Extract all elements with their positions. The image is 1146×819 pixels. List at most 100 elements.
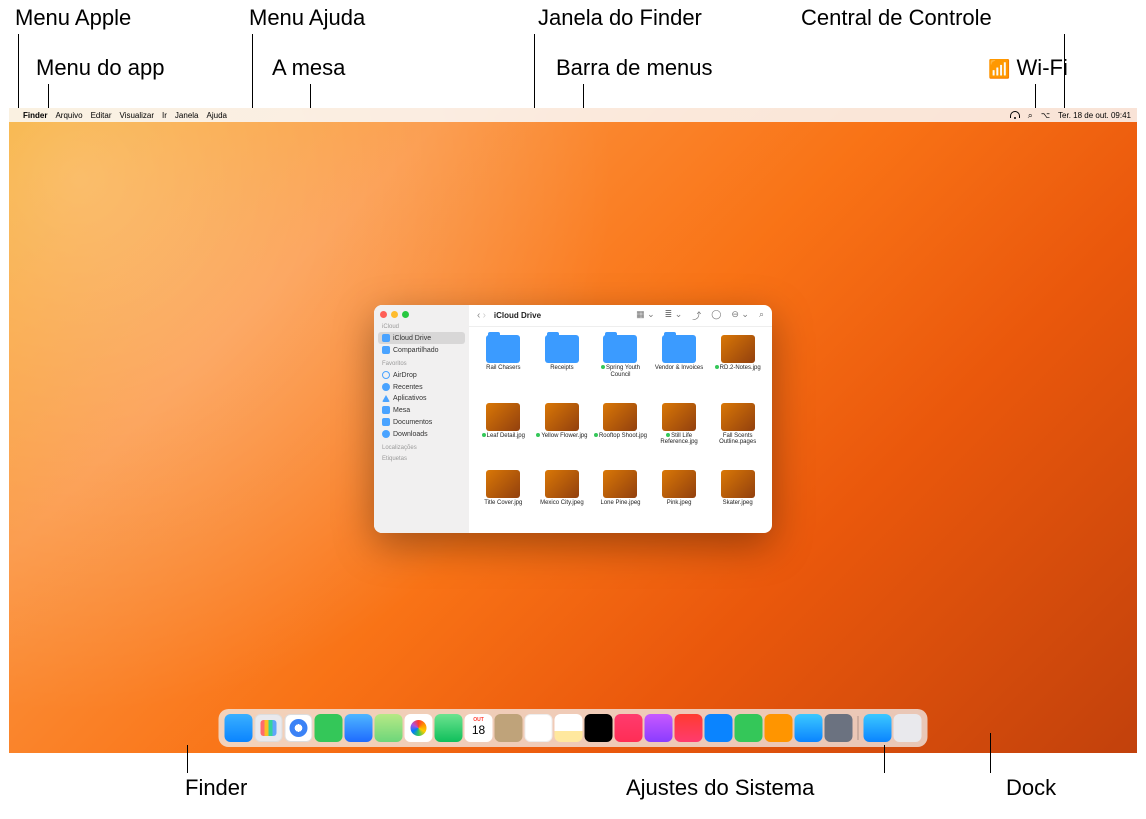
dock-finder[interactable] [225,714,253,742]
spotlight-icon[interactable]: ⌕ [1028,110,1033,121]
share-button[interactable]: ⤴ [692,309,701,322]
image-thumb-icon [486,470,520,498]
finder-item-label: Skater.jpeg [723,500,753,507]
dock-mail[interactable] [345,714,373,742]
callout-menu-bar: Barra de menus [556,55,713,81]
sidebar-item-mesa[interactable]: Mesa [378,404,465,416]
image-thumb-icon [662,470,696,498]
finder-window[interactable]: iCloudiCloud DriveCompartilhadoFavoritos… [374,305,772,533]
finder-item-label: Receipts [550,365,573,372]
finder-item-label: Title Cover.jpg [484,500,522,507]
image-thumb-icon [721,403,755,431]
dock-appstore[interactable] [795,714,823,742]
folder-icon [486,335,520,363]
menu-bar: Finder Arquivo Editar Visualizar Ir Jane… [9,108,1137,122]
finder-item[interactable]: Rooftop Shoot.jpg [592,403,649,465]
dock-messages[interactable] [315,714,343,742]
group-button[interactable]: ≣ ⌄ [665,309,683,322]
finder-item[interactable]: Spring Youth Council [592,335,649,397]
image-thumb-icon [721,335,755,363]
dock-maps[interactable] [375,714,403,742]
finder-item[interactable]: Fall Scents Outline.pages [709,403,766,465]
menu-ir[interactable]: Ir [162,111,167,120]
dock-separator [858,716,859,740]
finder-item-label: Yellow Flower.jpg [536,433,587,440]
view-icons-button[interactable]: ▦ ⌄ [636,309,655,322]
finder-item[interactable]: Pink.jpeg [651,470,708,525]
dock-launchpad[interactable] [255,714,283,742]
dock-safari[interactable] [285,714,313,742]
menu-arquivo[interactable]: Arquivo [55,111,82,120]
window-close-button[interactable] [380,311,387,318]
dock-trash[interactable] [894,714,922,742]
nav-back-button[interactable]: ‹ [477,310,480,321]
finder-item[interactable]: RD.2-Notes.jpg [709,335,766,397]
dock-notes[interactable] [555,714,583,742]
dock-calendar[interactable]: OUT18 [465,714,493,742]
window-minimize-button[interactable] [391,311,398,318]
callout-line [252,34,253,108]
finder-item[interactable]: Receipts [534,335,591,397]
finder-item-label: Rail Chasers [486,365,520,372]
image-thumb-icon [662,403,696,431]
finder-item[interactable]: Rail Chasers [475,335,532,397]
finder-item-label: RD.2-Notes.jpg [715,365,761,372]
dock-reminders[interactable] [525,714,553,742]
dock-podcasts[interactable] [645,714,673,742]
sidebar-item-compartilhado[interactable]: Compartilhado [378,344,465,356]
dock-downloads[interactable] [864,714,892,742]
dock-system-settings[interactable] [825,714,853,742]
app-menu[interactable]: Finder [23,111,47,120]
callout-finder-window: Janela do Finder [538,5,702,31]
finder-item-label: Fall Scents Outline.pages [711,433,765,446]
folder-icon [545,335,579,363]
dock-keynote[interactable] [705,714,733,742]
sidebar-item-recentes[interactable]: Recentes [378,381,465,393]
finder-item[interactable]: Lone Pine.jpeg [592,470,649,525]
menu-janela[interactable]: Janela [175,111,199,120]
finder-item-label: Mexico City.jpeg [540,500,584,507]
finder-item-label: Rooftop Shoot.jpg [594,433,647,440]
desktop[interactable]: Finder Arquivo Editar Visualizar Ir Jane… [9,108,1137,753]
window-zoom-button[interactable] [402,311,409,318]
actions-button[interactable]: ⊖ ⌄ [731,309,749,322]
dock-numbers[interactable] [735,714,763,742]
finder-item[interactable]: Title Cover.jpg [475,470,532,525]
dock-photos[interactable] [405,714,433,742]
calendar-day: 18 [465,723,493,737]
callout-system-settings: Ajustes do Sistema [626,775,814,801]
sidebar-item-label: Mesa [393,407,410,414]
sidebar-item-icloud-drive[interactable]: iCloud Drive [378,332,465,344]
sidebar-item-documentos[interactable]: Documentos [378,416,465,428]
finder-item-label: Spring Youth Council [593,365,647,378]
finder-item-label: Pink.jpeg [667,500,692,507]
dock-facetime[interactable] [435,714,463,742]
dock-pages[interactable] [765,714,793,742]
finder-item[interactable]: Yellow Flower.jpg [534,403,591,465]
finder-item[interactable]: Mexico City.jpeg [534,470,591,525]
menu-editar[interactable]: Editar [91,111,112,120]
control-center-icon[interactable]: ⌥ [1041,111,1050,120]
search-button[interactable]: ⌕ [759,309,764,322]
dock-news[interactable] [675,714,703,742]
nav-fwd-button[interactable]: › [483,310,486,321]
sidebar-item-aplicativos[interactable]: Aplicativos [378,393,465,404]
wifi-icon[interactable] [1010,111,1020,119]
image-thumb-icon [721,470,755,498]
dock-contacts[interactable] [495,714,523,742]
dock-music[interactable] [615,714,643,742]
datetime[interactable]: Ter. 18 de out. 09:41 [1058,111,1131,120]
tags-button[interactable]: ◯ [711,309,721,322]
sidebar-item-airdrop[interactable]: AirDrop [378,369,465,381]
finder-item[interactable]: Skater.jpeg [709,470,766,525]
finder-item[interactable]: Vendor & Invoices [651,335,708,397]
finder-item-label: Leaf Detail.jpg [482,433,525,440]
folder-icon [603,335,637,363]
finder-item[interactable]: Leaf Detail.jpg [475,403,532,465]
menu-visualizar[interactable]: Visualizar [119,111,154,120]
menu-ajuda[interactable]: Ajuda [207,111,227,120]
ico-apps-icon [382,395,390,402]
dock-tv[interactable] [585,714,613,742]
sidebar-item-downloads[interactable]: Downloads [378,428,465,440]
finder-item[interactable]: Still Life Reference.jpg [651,403,708,465]
